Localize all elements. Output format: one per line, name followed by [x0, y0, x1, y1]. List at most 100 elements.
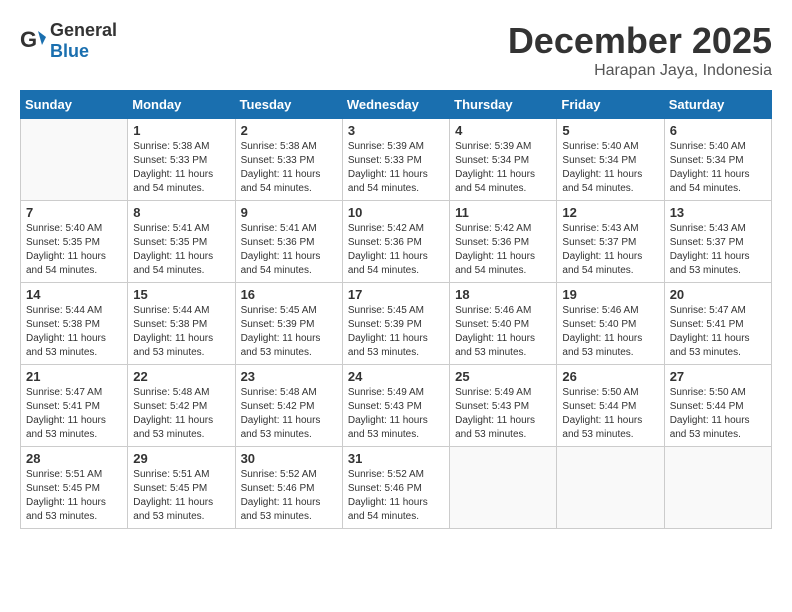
logo: G General Blue: [20, 20, 117, 62]
calendar-table: SundayMondayTuesdayWednesdayThursdayFrid…: [20, 90, 772, 529]
calendar-week-row: 28 Sunrise: 5:51 AMSunset: 5:45 PMDayligh…: [21, 447, 772, 529]
cell-info: Sunrise: 5:48 AMSunset: 5:42 PMDaylight:…: [133, 386, 229, 442]
calendar-cell: 29Sunrise: 5:51 AMSunset: 5:45 PMDayligh…: [128, 447, 235, 529]
calendar-cell: 28 Sunrise: 5:51 AMSunset: 5:45 PMDayligh…: [21, 447, 128, 529]
cell-info: Sunrise: 5:52 AMSunset: 5:46 PMDaylight:…: [348, 468, 444, 524]
calendar-cell: 22 Sunrise: 5:48 AMSunset: 5:42 PMDayligh…: [128, 365, 235, 447]
day-number: 2: [241, 123, 337, 138]
day-number: 8: [133, 205, 229, 220]
cell-info: Sunrise: 5:39 AMSunset: 5:34 PMDaylight:…: [455, 140, 551, 196]
calendar-cell: 9Sunrise: 5:41 AMSunset: 5:36 PMDaylight…: [235, 201, 342, 283]
day-number: 22: [133, 369, 229, 384]
day-number: 28: [26, 451, 122, 466]
cell-info: Sunrise: 5:44 AMSunset: 5:38 PMDaylight:…: [26, 304, 122, 360]
logo-icon: G: [20, 27, 48, 55]
cell-info: Sunrise: 5:46 AMSunset: 5:40 PMDaylight:…: [562, 304, 658, 360]
cell-info: Sunrise: 5:40 AMSunset: 5:34 PMDaylight:…: [670, 140, 766, 196]
calendar-cell: 8 Sunrise: 5:41 AMSunset: 5:35 PMDaylight…: [128, 201, 235, 283]
cell-info: Sunrise: 5:41 AMSunset: 5:35 PMDaylight:…: [133, 222, 229, 278]
cell-info: Sunrise: 5:41 AMSunset: 5:36 PMDaylight:…: [241, 222, 337, 278]
cell-info: Sunrise: 5:48 AMSunset: 5:42 PMDaylight:…: [241, 386, 337, 442]
cell-info: Sunrise: 5:39 AMSunset: 5:33 PMDaylight:…: [348, 140, 444, 196]
cell-info: Sunrise: 5:43 AMSunset: 5:37 PMDaylight:…: [562, 222, 658, 278]
weekday-header: Friday: [557, 91, 664, 119]
cell-info: Sunrise: 5:51 AMSunset: 5:45 PMDaylight:…: [26, 468, 122, 524]
day-number: 1: [133, 123, 229, 138]
logo-general: General: [50, 20, 117, 40]
day-number: 29: [133, 451, 229, 466]
calendar-cell: 2 Sunrise: 5:38 AMSunset: 5:33 PMDaylight…: [235, 119, 342, 201]
day-number: 5: [562, 123, 658, 138]
calendar-cell: 16Sunrise: 5:45 AMSunset: 5:39 PMDayligh…: [235, 283, 342, 365]
day-number: 17: [348, 287, 444, 302]
calendar-cell: 23Sunrise: 5:48 AMSunset: 5:42 PMDayligh…: [235, 365, 342, 447]
day-number: 19: [562, 287, 658, 302]
day-number: 6: [670, 123, 766, 138]
day-number: 26: [562, 369, 658, 384]
cell-info: Sunrise: 5:45 AMSunset: 5:39 PMDaylight:…: [348, 304, 444, 360]
day-number: 18: [455, 287, 551, 302]
day-number: 16: [241, 287, 337, 302]
calendar-cell: 26Sunrise: 5:50 AMSunset: 5:44 PMDayligh…: [557, 365, 664, 447]
cell-info: Sunrise: 5:49 AMSunset: 5:43 PMDaylight:…: [348, 386, 444, 442]
calendar-cell: 17 Sunrise: 5:45 AMSunset: 5:39 PMDayligh…: [342, 283, 449, 365]
calendar-week-row: 21Sunrise: 5:47 AMSunset: 5:41 PMDayligh…: [21, 365, 772, 447]
cell-info: Sunrise: 5:40 AMSunset: 5:35 PMDaylight:…: [26, 222, 122, 278]
cell-info: Sunrise: 5:40 AMSunset: 5:34 PMDaylight:…: [562, 140, 658, 196]
month-title: December 2025: [508, 20, 772, 62]
day-number: 12: [562, 205, 658, 220]
calendar-cell: [450, 447, 557, 529]
cell-info: Sunrise: 5:46 AMSunset: 5:40 PMDaylight:…: [455, 304, 551, 360]
day-number: 7: [26, 205, 122, 220]
calendar-cell: 19 Sunrise: 5:46 AMSunset: 5:40 PMDayligh…: [557, 283, 664, 365]
day-number: 20: [670, 287, 766, 302]
cell-info: Sunrise: 5:42 AMSunset: 5:36 PMDaylight:…: [455, 222, 551, 278]
cell-info: Sunrise: 5:49 AMSunset: 5:43 PMDaylight:…: [455, 386, 551, 442]
calendar-week-row: 1 Sunrise: 5:38 AMSunset: 5:33 PMDaylight…: [21, 119, 772, 201]
weekday-header: Tuesday: [235, 91, 342, 119]
calendar-cell: [557, 447, 664, 529]
calendar-cell: 13Sunrise: 5:43 AMSunset: 5:37 PMDayligh…: [664, 201, 771, 283]
weekday-header: Saturday: [664, 91, 771, 119]
calendar-cell: 25 Sunrise: 5:49 AMSunset: 5:43 PMDayligh…: [450, 365, 557, 447]
cell-info: Sunrise: 5:38 AMSunset: 5:33 PMDaylight:…: [241, 140, 337, 196]
calendar-cell: 27Sunrise: 5:50 AMSunset: 5:44 PMDayligh…: [664, 365, 771, 447]
calendar-cell: 3 Sunrise: 5:39 AMSunset: 5:33 PMDaylight…: [342, 119, 449, 201]
logo-text: General Blue: [50, 20, 117, 62]
day-number: 31: [348, 451, 444, 466]
calendar-cell: 20Sunrise: 5:47 AMSunset: 5:41 PMDayligh…: [664, 283, 771, 365]
calendar-cell: 24Sunrise: 5:49 AMSunset: 5:43 PMDayligh…: [342, 365, 449, 447]
day-number: 11: [455, 205, 551, 220]
calendar-cell: 14 Sunrise: 5:44 AMSunset: 5:38 PMDayligh…: [21, 283, 128, 365]
weekday-header: Thursday: [450, 91, 557, 119]
calendar-body: 1 Sunrise: 5:38 AMSunset: 5:33 PMDaylight…: [21, 119, 772, 529]
day-number: 10: [348, 205, 444, 220]
cell-info: Sunrise: 5:43 AMSunset: 5:37 PMDaylight:…: [670, 222, 766, 278]
calendar-cell: 5 Sunrise: 5:40 AMSunset: 5:34 PMDaylight…: [557, 119, 664, 201]
weekday-header: Monday: [128, 91, 235, 119]
calendar-cell: 12 Sunrise: 5:43 AMSunset: 5:37 PMDayligh…: [557, 201, 664, 283]
calendar-header: SundayMondayTuesdayWednesdayThursdayFrid…: [21, 91, 772, 119]
svg-text:G: G: [20, 27, 37, 52]
weekday-header: Wednesday: [342, 91, 449, 119]
day-number: 30: [241, 451, 337, 466]
day-number: 14: [26, 287, 122, 302]
day-number: 15: [133, 287, 229, 302]
calendar-cell: 7 Sunrise: 5:40 AMSunset: 5:35 PMDaylight…: [21, 201, 128, 283]
location-title: Harapan Jaya, Indonesia: [508, 62, 772, 80]
weekday-header: Sunday: [21, 91, 128, 119]
logo-blue: Blue: [50, 41, 89, 61]
calendar-cell: 18 Sunrise: 5:46 AMSunset: 5:40 PMDayligh…: [450, 283, 557, 365]
calendar-cell: 15 Sunrise: 5:44 AMSunset: 5:38 PMDayligh…: [128, 283, 235, 365]
calendar-week-row: 14 Sunrise: 5:44 AMSunset: 5:38 PMDayligh…: [21, 283, 772, 365]
day-number: 3: [348, 123, 444, 138]
calendar-cell: 21Sunrise: 5:47 AMSunset: 5:41 PMDayligh…: [21, 365, 128, 447]
cell-info: Sunrise: 5:44 AMSunset: 5:38 PMDaylight:…: [133, 304, 229, 360]
calendar-cell: 10Sunrise: 5:42 AMSunset: 5:36 PMDayligh…: [342, 201, 449, 283]
day-number: 4: [455, 123, 551, 138]
day-number: 25: [455, 369, 551, 384]
calendar-cell: 11 Sunrise: 5:42 AMSunset: 5:36 PMDayligh…: [450, 201, 557, 283]
calendar-cell: 30 Sunrise: 5:52 AMSunset: 5:46 PMDayligh…: [235, 447, 342, 529]
calendar-cell: 6 Sunrise: 5:40 AMSunset: 5:34 PMDaylight…: [664, 119, 771, 201]
cell-info: Sunrise: 5:52 AMSunset: 5:46 PMDaylight:…: [241, 468, 337, 524]
